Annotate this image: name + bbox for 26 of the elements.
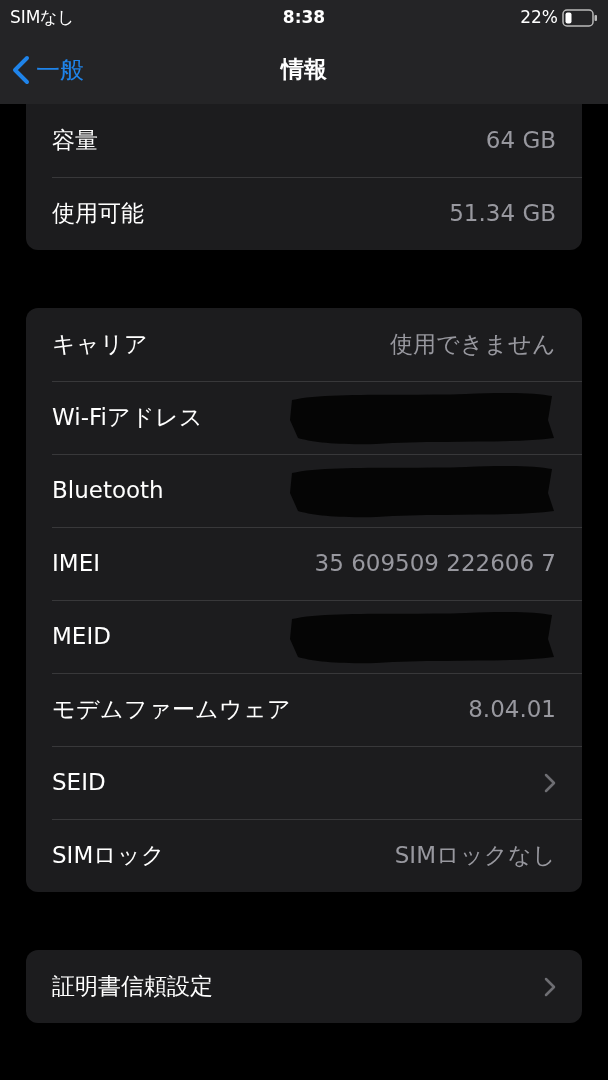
row-label: SIMロック <box>52 841 166 871</box>
chevron-icon <box>544 772 556 793</box>
settings-row[interactable]: SEID <box>26 746 582 819</box>
row-value: 35 609509 222606 7 <box>314 549 556 579</box>
carrier-text: SIMなし <box>10 5 75 29</box>
row-value: 64 GB <box>485 126 556 156</box>
page-title: 情報 <box>281 55 327 85</box>
row-label: Wi-Fiアドレス <box>52 403 203 433</box>
settings-row[interactable]: 証明書信頼設定 <box>26 950 582 1023</box>
battery-icon <box>562 8 598 27</box>
row-label: モデムファームウェア <box>52 695 291 725</box>
row-label: 容量 <box>52 126 98 156</box>
row-label: 使用可能 <box>52 199 144 229</box>
clock-time: 8:38 <box>282 5 326 29</box>
row-label: Bluetooth <box>52 476 164 506</box>
row-value: SIMロックなし <box>394 841 556 871</box>
back-button[interactable]: 一般 <box>12 51 84 88</box>
battery-percent: 22% <box>520 5 558 29</box>
row-value: 51.34 GB <box>449 199 556 229</box>
row-label: キャリア <box>52 330 148 360</box>
row-value: 使用できません <box>390 330 556 360</box>
row-label: IMEI <box>52 549 100 579</box>
row-value: 8.04.01 <box>468 695 556 725</box>
back-chevron-icon <box>12 54 30 85</box>
row-label: MEID <box>52 622 111 652</box>
chevron-icon <box>544 976 556 997</box>
